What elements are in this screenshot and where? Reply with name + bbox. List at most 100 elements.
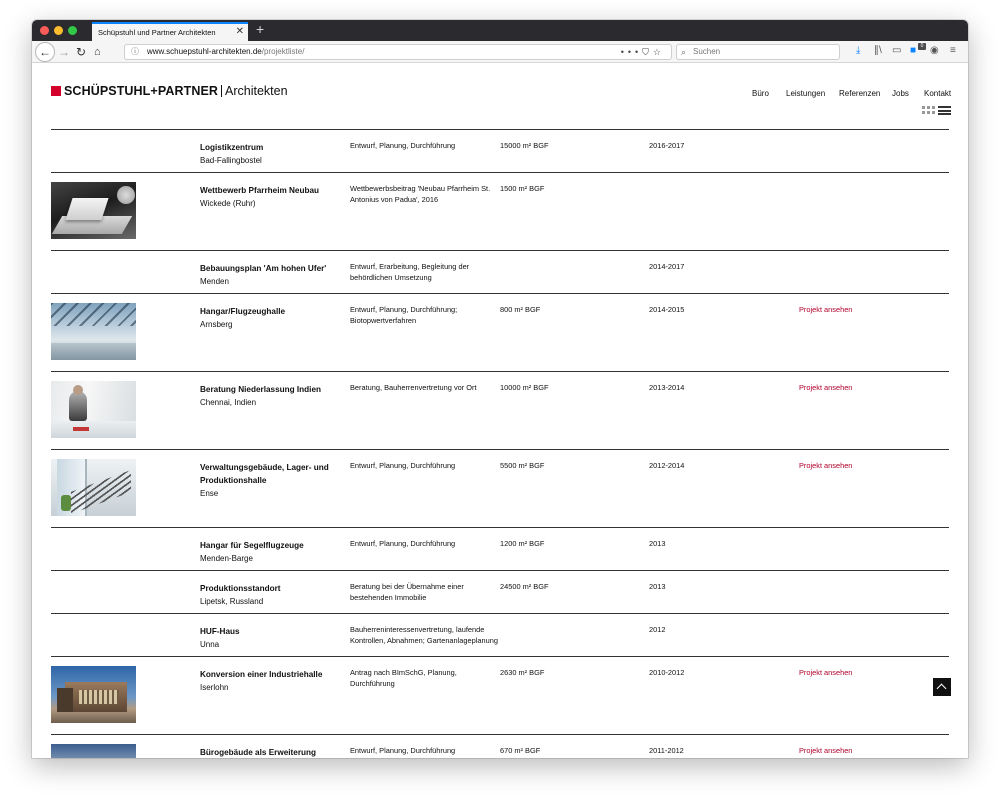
project-area: 15000 m² BGF [500, 141, 549, 150]
project-area: 800 m² BGF [500, 305, 541, 314]
project-location: Unna [200, 640, 220, 649]
list-view-icon[interactable] [938, 106, 951, 115]
project-services: Wettbewerbsbeitrag 'Neubau Pfarrheim St.… [350, 184, 491, 204]
browser-window: Schüpstuhl und Partner Architekten ✕ + ←… [32, 20, 968, 758]
library-icon[interactable]: ∥\ [874, 45, 882, 56]
project-thumbnail[interactable] [51, 459, 136, 516]
grid-view-icon[interactable] [922, 106, 935, 115]
info-icon[interactable]: ⓘ [131, 45, 139, 59]
project-location: Menden-Barge [200, 554, 253, 563]
account-icon[interactable]: ◉ [930, 45, 939, 56]
project-location: Bad-Fallingbostel [200, 156, 262, 165]
project-title: Verwaltungsgebäude, Lager- und Produktio… [200, 463, 329, 485]
sidebar-icon[interactable]: ▭ [892, 45, 901, 56]
page-actions-icon[interactable]: •••⛉☆ [621, 45, 665, 59]
project-view-link[interactable]: Projekt ansehen [799, 383, 899, 394]
url-bar[interactable]: ⓘ www.schuepstuhl-architekten.de/projekt… [124, 44, 672, 60]
project-title-cell: Bürogebäude als Erweiterung [200, 746, 340, 758]
project-title: Produktionsstandort [200, 584, 281, 593]
close-icon[interactable]: ✕ [236, 26, 244, 37]
project-thumbnail[interactable] [51, 182, 136, 239]
menu-icon[interactable]: ≡ [950, 45, 956, 56]
project-view-link[interactable]: Projekt ansehen [799, 305, 899, 316]
project-area: 5500 m² BGF [500, 461, 545, 470]
project-row: Logistikzentrum Bad-Fallingbostel Entwurf,… [51, 129, 949, 172]
project-years: 2012-2014 [649, 461, 685, 470]
project-view-link[interactable]: Projekt ansehen [799, 461, 899, 472]
project-title-cell: Wettbewerb Pfarrheim Neubau Wickede (Ruhr… [200, 184, 340, 210]
project-title-cell: Hangar für Segelflugzeuge Menden-Barge [200, 539, 340, 565]
project-years: 2014-2017 [649, 262, 685, 271]
project-services: Entwurf, Planung, Durchführung [350, 141, 456, 150]
download-icon[interactable]: ⤓ [856, 45, 860, 56]
project-services: Entwurf, Planung, Durchführung [350, 539, 456, 548]
project-row: HUF-Haus Unna Bauherreninteressenvertretun… [51, 613, 949, 656]
project-view-link[interactable]: Projekt ansehen [799, 668, 899, 679]
project-services: Antrag nach BImSchG, Planung, Durchführu… [350, 668, 457, 688]
search-icon: ⌕ [681, 47, 687, 57]
project-location: Chennai, Indien [200, 398, 257, 407]
tab-bar: Schüpstuhl und Partner Architekten ✕ + [32, 20, 968, 41]
project-list: Logistikzentrum Bad-Fallingbostel Entwurf,… [51, 129, 949, 758]
project-years: 2013 [649, 539, 666, 548]
project-services: Entwurf, Planung, Durchführung [350, 461, 456, 470]
minimize-window-button[interactable] [54, 26, 63, 35]
project-years: 2016-2017 [649, 141, 685, 150]
back-icon[interactable]: ← [35, 42, 55, 62]
project-title: Beratung Niederlassung Indien [200, 385, 322, 394]
project-area: 670 m² BGF [500, 746, 541, 755]
scroll-top-button[interactable] [933, 678, 951, 696]
project-location: Ense [200, 489, 219, 498]
project-row: Verwaltungsgebäude, Lager- und Produktio… [51, 449, 949, 527]
tab-title: Schüpstuhl und Partner Architekten [98, 28, 216, 37]
project-title: Konversion einer Industriehalle [200, 670, 323, 679]
project-services: Bauherreninteressenvertretung, laufende … [350, 625, 498, 645]
project-row: Konversion einer Industriehalle Iserlohn A… [51, 656, 949, 734]
forward-icon[interactable]: → [58, 41, 70, 63]
nav-kontakt[interactable]: Kontakt [924, 89, 951, 98]
project-title-cell: Logistikzentrum Bad-Fallingbostel [200, 141, 340, 167]
project-location: Arnsberg [200, 320, 233, 329]
project-area: 2630 m² BGF [500, 668, 545, 677]
project-thumbnail[interactable] [51, 381, 136, 438]
project-title-cell: HUF-Haus Unna [200, 625, 340, 651]
project-title: HUF-Haus [200, 627, 240, 636]
search-placeholder: Suchen [693, 47, 721, 56]
project-row: Beratung Niederlassung Indien Chennai, In… [51, 371, 949, 449]
project-view-link[interactable]: Projekt ansehen [799, 746, 899, 757]
project-area: 10000 m² BGF [500, 383, 549, 392]
project-services: Entwurf, Erarbeitung, Begleitung der beh… [350, 262, 470, 282]
nav-leistungen[interactable]: Leistungen [786, 89, 825, 98]
project-title: Logistikzentrum [200, 143, 264, 152]
close-window-button[interactable] [40, 26, 49, 35]
project-row: Bebauungsplan 'Am hohen Ufer' Menden Entwu… [51, 250, 949, 293]
project-title-cell: Hangar/Flugzeughalle Arnsberg [200, 305, 340, 331]
project-title: Hangar für Segelflugzeuge [200, 541, 304, 550]
home-icon[interactable]: ⌂ [94, 41, 101, 63]
reload-icon[interactable]: ↻ [76, 41, 86, 63]
site-logo[interactable]: SCHÜPSTUHL+PARTNER Architekten [51, 83, 288, 99]
project-thumbnail[interactable] [51, 303, 136, 360]
project-title: Hangar/Flugzeughalle [200, 307, 286, 316]
project-thumbnail[interactable] [51, 744, 136, 758]
project-years: 2014-2015 [649, 305, 685, 314]
extension-icon[interactable]: ■ [910, 45, 916, 56]
project-services: Beratung bei der Übernahme einer bestehe… [350, 582, 464, 602]
logo-name: SCHÜPSTUHL+PARTNER [64, 84, 219, 98]
tab-active[interactable]: Schüpstuhl und Partner Architekten ✕ [92, 22, 248, 41]
project-years: 2013 [649, 582, 666, 591]
nav-jobs[interactable]: Jobs [892, 89, 909, 98]
project-thumbnail[interactable] [51, 666, 136, 723]
project-title-cell: Beratung Niederlassung Indien Chennai, In… [200, 383, 340, 409]
maximize-window-button[interactable] [68, 26, 77, 35]
nav-referenzen[interactable]: Referenzen [839, 89, 880, 98]
new-tab-button[interactable]: + [256, 21, 264, 37]
nav-toolbar: ← → ↻ ⌂ ⓘ www.schuepstuhl-architekten.de… [32, 41, 968, 63]
project-title-cell: Verwaltungsgebäude, Lager- und Produktio… [200, 461, 340, 500]
project-title: Bürogebäude als Erweiterung [200, 748, 317, 757]
search-input[interactable]: ⌕ Suchen [676, 44, 840, 60]
nav-buero[interactable]: Büro [752, 89, 769, 98]
url-host: www.schuepstuhl-architekten.de [147, 47, 262, 56]
project-title-cell: Konversion einer Industriehalle Iserlohn [200, 668, 340, 694]
project-row: Wettbewerb Pfarrheim Neubau Wickede (Ruhr… [51, 172, 949, 250]
